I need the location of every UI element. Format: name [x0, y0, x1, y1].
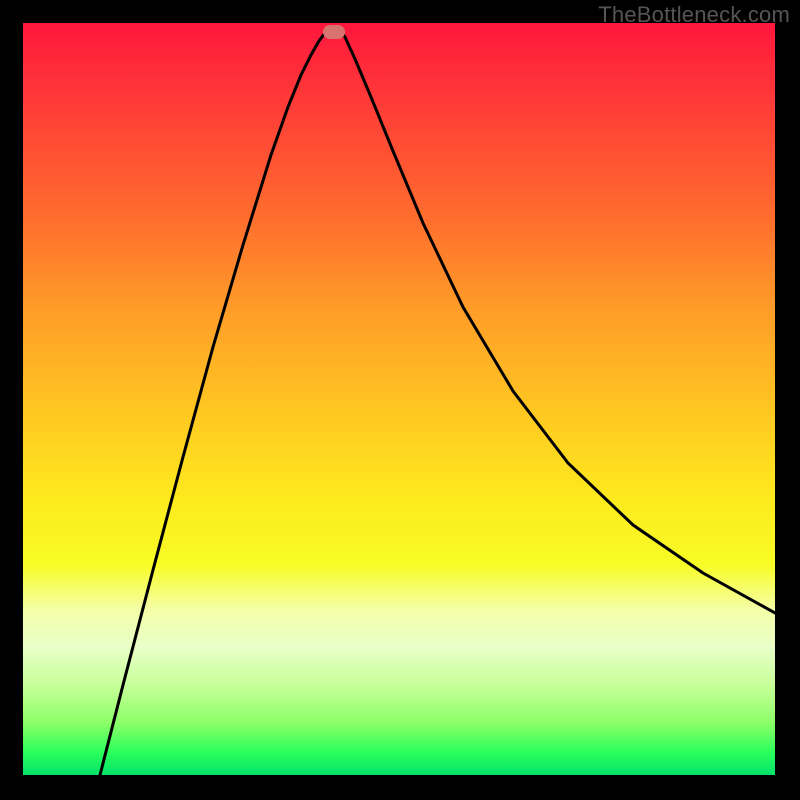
curve-left-branch: [100, 29, 329, 775]
bottleneck-curve: [23, 23, 775, 775]
watermark-text: TheBottleneck.com: [598, 2, 790, 28]
curve-right-branch: [339, 29, 775, 613]
optimum-marker: [323, 25, 345, 39]
chart-area: [23, 23, 775, 775]
